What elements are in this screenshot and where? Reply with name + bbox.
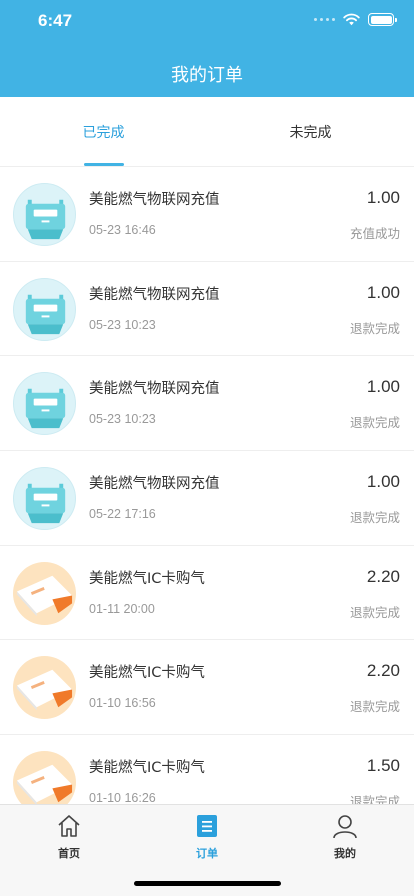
order-date: 05-23 10:23 (89, 412, 156, 427)
ic-card-icon (13, 751, 76, 804)
order-row[interactable]: 美能燃气IC卡购气 01-10 16:56 2.20 退款完成 (0, 640, 414, 736)
tabbar-home-label: 首页 (58, 847, 80, 860)
order-status: 退款完成 (349, 604, 400, 620)
tab-incomplete[interactable]: 未完成 (207, 97, 414, 167)
status-icons (314, 13, 397, 26)
order-amount: 2.20 (366, 566, 400, 586)
order-title: 美能燃气物联网充值 (89, 476, 220, 493)
order-row[interactable]: 美能燃气物联网充值 05-23 16:46 1.00 充值成功 (0, 167, 414, 262)
order-list-icon (197, 815, 217, 837)
header: 6:47 我的订单 (0, 0, 414, 97)
order-title: 美能燃气物联网充值 (89, 286, 220, 303)
order-row[interactable]: 美能燃气物联网充值 05-23 10:23 1.00 退款完成 (0, 261, 414, 357)
tabbar-home[interactable]: 首页 (0, 813, 138, 861)
page-title: 我的订单 (171, 65, 243, 86)
tab-completed[interactable]: 已完成 (0, 97, 207, 167)
order-title: 美能燃气IC卡购气 (89, 665, 205, 682)
order-date: 01-11 20:00 (89, 601, 155, 616)
order-title: 美能燃气物联网充值 (89, 192, 220, 208)
tabbar-orders[interactable]: 订单 (138, 813, 276, 861)
order-title: 美能燃气物联网充值 (89, 381, 220, 398)
order-status: 退款完成 (349, 320, 400, 336)
home-indicator (134, 881, 281, 886)
battery-icon (368, 13, 397, 26)
user-icon (333, 815, 357, 839)
order-date: 05-22 17:16 (89, 507, 156, 522)
order-amount: 2.20 (366, 661, 400, 681)
order-row[interactable]: 美能燃气物联网充值 05-23 10:23 1.00 退款完成 (0, 356, 414, 452)
order-amount: 1.00 (366, 377, 400, 397)
order-status: 退款完成 (349, 699, 400, 715)
gas-meter-icon (13, 467, 76, 531)
status-time: 6:47 (38, 11, 73, 30)
order-status: 退款完成 (349, 794, 400, 804)
wifi-icon (343, 13, 360, 26)
order-amount: 1.00 (366, 472, 400, 492)
order-date: 01-10 16:56 (89, 696, 156, 711)
gas-meter-icon (13, 277, 76, 341)
order-date: 05-23 10:23 (89, 317, 156, 332)
signal-icon (314, 18, 335, 21)
order-title: 美能燃气IC卡购气 (89, 570, 205, 587)
ic-card-icon (13, 561, 76, 625)
tabbar-profile[interactable]: 我的 (276, 813, 414, 861)
order-amount: 1.50 (366, 756, 400, 776)
order-tabs: 已完成 未完成 (0, 97, 414, 167)
ic-card-icon (13, 656, 76, 720)
order-status: 退款完成 (349, 415, 400, 431)
active-tab-indicator (84, 163, 124, 166)
order-date: 01-10 16:26 (89, 791, 156, 804)
order-status: 充值成功 (349, 226, 400, 241)
order-row[interactable]: 美能燃气物联网充值 05-22 17:16 1.00 退款完成 (0, 451, 414, 546)
gas-meter-icon (13, 372, 76, 436)
order-row[interactable]: 美能燃气IC卡购气 01-10 16:26 1.50 退款完成 (0, 735, 414, 804)
order-row[interactable]: 美能燃气IC卡购气 01-11 20:00 2.20 退款完成 (0, 545, 414, 641)
order-status: 退款完成 (349, 510, 400, 526)
order-title: 美能燃气IC卡购气 (89, 760, 205, 777)
tabbar-profile-label: 我的 (334, 847, 356, 860)
order-amount: 1.00 (366, 282, 400, 302)
order-list[interactable]: 美能燃气物联网充值 05-23 16:46 1.00 充值成功 美能燃气物联网充值 05… (0, 167, 414, 804)
tabbar-orders-label: 订单 (196, 847, 218, 860)
gas-meter-icon (13, 183, 76, 246)
order-date: 05-23 16:46 (89, 223, 156, 237)
order-amount: 1.00 (366, 188, 400, 207)
home-icon (58, 815, 80, 837)
